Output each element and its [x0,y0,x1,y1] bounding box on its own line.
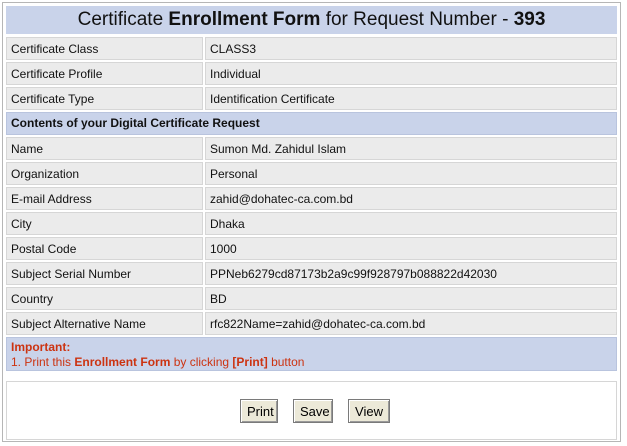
request-row-serial-number: Subject Serial Number PPNeb6279cd87173b2… [6,262,617,285]
field-label: Organization [6,162,203,185]
info-row-certificate-class: Certificate Class CLASS3 [6,37,617,60]
field-label: Subject Alternative Name [6,312,203,335]
important-print-ref: [Print] [232,355,268,369]
form-title: Certificate Enrollment Form for Request … [6,6,617,34]
important-text-end: button [267,355,305,369]
field-label: E-mail Address [6,187,203,210]
field-value: 1000 [205,237,617,260]
field-label: Certificate Class [6,37,203,60]
request-row-organization: Organization Personal [6,162,617,185]
title-prefix: Certificate [77,9,169,30]
field-value: PPNeb6279cd87173b2a9c99f928797b088822d42… [205,262,617,285]
field-value: CLASS3 [205,37,617,60]
request-row-postal-code: Postal Code 1000 [6,237,617,260]
field-value: Identification Certificate [205,87,617,110]
button-bar: Print Save View [6,381,617,440]
info-row-certificate-type: Certificate Type Identification Certific… [6,87,617,110]
enrollment-form: Certificate Enrollment Form for Request … [2,2,621,442]
field-label: Name [6,137,203,160]
field-value: Dhaka [205,212,617,235]
title-middle: for Request Number - [320,9,514,30]
field-label: Subject Serial Number [6,262,203,285]
form-rows: Certificate Class CLASS3 Certificate Pro… [6,37,617,371]
field-value: Sumon Md. Zahidul Islam [205,137,617,160]
important-title: Important: [11,340,71,354]
field-value: zahid@dohatec-ca.com.bd [205,187,617,210]
important-text-mid: by clicking [170,355,233,369]
title-bold: Enrollment Form [168,9,321,30]
field-label: Certificate Profile [6,62,203,85]
field-label: Country [6,287,203,310]
view-button[interactable]: View [348,399,390,423]
field-value: Personal [205,162,617,185]
important-notice: Important: 1. Print this Enrollment Form… [6,337,617,371]
important-text-start: 1. Print this [11,355,75,369]
field-value: rfc822Name=zahid@dohatec-ca.com.bd [205,312,617,335]
field-label: Postal Code [6,237,203,260]
request-row-city: City Dhaka [6,212,617,235]
save-button[interactable]: Save [293,399,333,423]
section-heading: Contents of your Digital Certificate Req… [6,112,617,135]
field-label: Certificate Type [6,87,203,110]
request-row-alt-name: Subject Alternative Name rfc822Name=zahi… [6,312,617,335]
request-row-name: Name Sumon Md. Zahidul Islam [6,137,617,160]
request-number: 393 [513,9,546,30]
field-label: City [6,212,203,235]
request-row-country: Country BD [6,287,617,310]
important-text-bold: Enrollment Form [74,355,171,369]
print-button[interactable]: Print [240,399,278,423]
field-value: Individual [205,62,617,85]
info-row-certificate-profile: Certificate Profile Individual [6,62,617,85]
field-value: BD [205,287,617,310]
request-row-email: E-mail Address zahid@dohatec-ca.com.bd [6,187,617,210]
